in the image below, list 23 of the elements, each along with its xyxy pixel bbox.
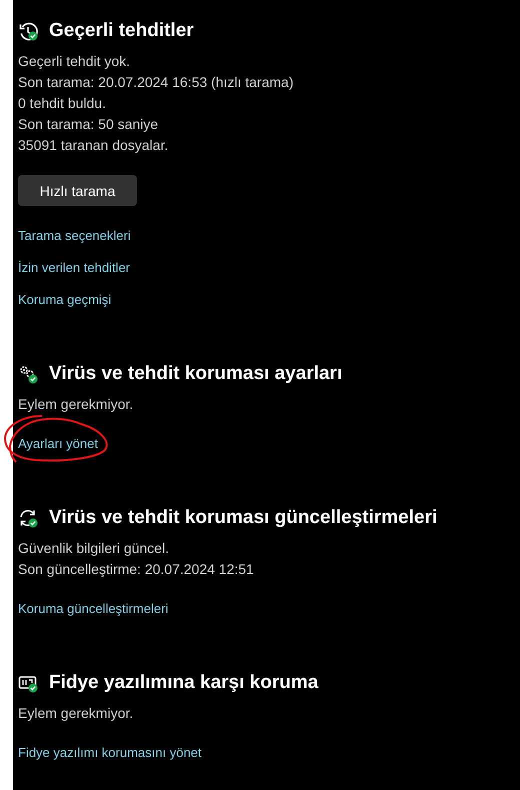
settings-link[interactable]: Koruma geçmişi [18,290,112,310]
section-title: Virüs ve tehdit koruması güncelleştirmeleri [49,506,438,530]
status-text: 0 tehdit buldu. [18,94,107,113]
status-text: Eylem gerekmiyor. [18,395,134,414]
gears-icon [18,364,38,384]
quick-scan-button[interactable]: Hızlı tarama [18,175,137,206]
status-text: Eylem gerekmiyor. [18,704,134,723]
section-title: Geçerli tehditler [49,19,194,43]
settings-link[interactable]: İzin verilen tehditler [18,258,130,278]
section-title: Fidye yazılımına karşı koruma [49,671,318,695]
section-title: Virüs ve tehdit koruması ayarları [49,362,342,386]
settings-link[interactable]: Tarama seçenekleri [18,226,131,246]
status-text: Son tarama: 20.07.2024 16:53 (hızlı tarama) [18,73,294,92]
settings-link[interactable]: Ayarları yönet [18,434,98,454]
settings-link[interactable]: Fidye yazılımı korumasını yönet [18,743,202,763]
sync-icon [18,508,38,528]
status-text: Geçerli tehdit yok. [18,52,132,71]
settings-link[interactable]: Koruma güncelleştirmeleri [18,599,168,619]
status-text: Son güncelleştirme: 20.07.2024 12:51 [18,560,255,579]
status-text: Son tarama: 50 saniye [18,115,160,134]
history-icon [18,21,38,41]
status-text: 35091 taranan dosyalar. [18,136,170,155]
status-text: Güvenlik bilgileri güncel. [18,539,170,558]
